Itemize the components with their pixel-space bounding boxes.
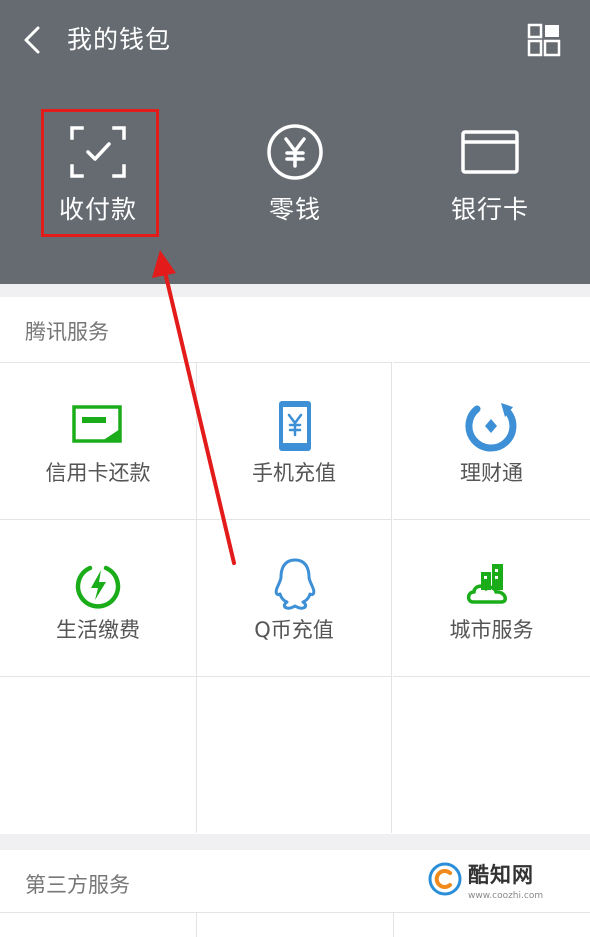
change-button[interactable]: 零钱 (220, 110, 370, 240)
page-title: 我的钱包 (67, 25, 172, 54)
utility-bill-icon (75, 565, 121, 609)
utility-bill-label: 生活缴费 (56, 618, 140, 642)
watermark: 酷知网 www.coozhi.com (428, 860, 578, 910)
phone-recharge-icon (279, 401, 311, 451)
tencent-services-section: 腾讯服务 信用卡还款 手机充值 理财通 生活缴费 Q币充值 城市服务 (0, 297, 590, 834)
grid-row-partial (0, 912, 590, 937)
watermark-name: 酷知网 (468, 863, 534, 887)
phone-recharge-label: 手机充值 (252, 461, 336, 485)
grid-divider (196, 913, 197, 937)
empty-tile (196, 676, 392, 833)
city-service-tile[interactable]: 城市服务 (393, 519, 590, 676)
grid-menu-button[interactable] (524, 20, 564, 60)
credit-card-repay-icon (72, 405, 122, 443)
highlight-box (41, 109, 159, 237)
yuan-coin-icon (267, 124, 323, 180)
qq-coin-recharge-label: Q币充值 (254, 618, 334, 642)
phone-recharge-tile[interactable]: 手机充值 (196, 362, 392, 519)
section-title: 第三方服务 (25, 873, 130, 897)
qq-penguin-icon (274, 558, 316, 610)
credit-card-repay-tile[interactable]: 信用卡还款 (0, 362, 196, 519)
utility-bill-tile[interactable]: 生活缴费 (0, 519, 196, 676)
section-title: 腾讯服务 (25, 320, 109, 344)
wealth-tile[interactable]: 理财通 (393, 362, 590, 519)
bank-card-icon (461, 130, 519, 174)
city-service-label: 城市服务 (449, 618, 534, 642)
watermark-url: www.coozhi.com (468, 891, 544, 901)
grid-divider (393, 913, 394, 937)
wealth-icon (465, 403, 517, 452)
city-service-icon (466, 564, 508, 604)
back-chevron-icon (24, 26, 40, 54)
bank-card-button[interactable]: 银行卡 (415, 110, 565, 240)
qq-coin-recharge-tile[interactable]: Q币充值 (196, 519, 392, 676)
grid-icon (527, 23, 561, 57)
back-button[interactable] (14, 20, 54, 60)
top-bar: 我的钱包 (0, 0, 590, 84)
wealth-label: 理财通 (460, 461, 523, 485)
credit-card-repay-label: 信用卡还款 (45, 461, 151, 485)
empty-tile (0, 676, 196, 833)
wallet-header: 我的钱包 收付款 零钱 银行卡 (0, 0, 590, 284)
bank-card-label: 银行卡 (450, 195, 529, 224)
empty-tile (393, 676, 590, 833)
change-label: 零钱 (268, 195, 321, 224)
watermark-logo (428, 862, 462, 896)
